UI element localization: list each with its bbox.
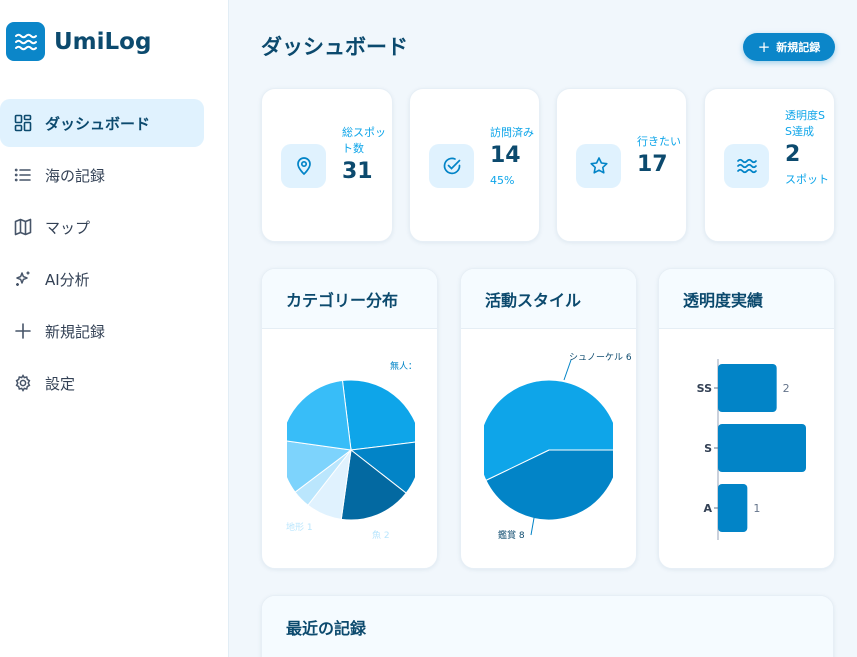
- stat-label: 透明度SS達成: [785, 109, 825, 138]
- sidebar-item-label: マップ: [45, 218, 91, 237]
- new-record-button-label: 新規記録: [776, 41, 821, 54]
- category-distribution-card: カテゴリー分布 無人： 地形 1 魚 2: [261, 268, 438, 569]
- slice-label-snorkel: シュノーケル 6: [569, 352, 632, 363]
- app-name: UmiLog: [54, 28, 152, 55]
- stat-card-clarity-ss[interactable]: 透明度SS達成 2 スポット: [704, 88, 835, 242]
- bar-ss: [718, 364, 777, 412]
- y-tick-label-s: S: [704, 442, 712, 455]
- stat-value: 2: [785, 142, 801, 167]
- slice-label-terrain: 地形 1: [286, 521, 313, 533]
- sidebar-item-dashboard[interactable]: ダッシュボード: [0, 99, 204, 147]
- page-title: ダッシュボード: [261, 35, 408, 59]
- stat-card-total-spots[interactable]: 総スポット数 31: [261, 88, 393, 242]
- pin-icon: [281, 144, 326, 188]
- slice-label-viewing: 鑑賞 8: [498, 529, 525, 541]
- stat-value: 31: [342, 159, 373, 184]
- sidebar-nav: ダッシュボード 海の記録 マップ AI分析 新規記録 設定: [0, 99, 229, 411]
- stat-value: 17: [637, 152, 668, 177]
- sidebar-item-label: 新規記録: [45, 322, 106, 341]
- waves-logo-icon: [6, 22, 45, 61]
- sidebar-item-new-record[interactable]: 新規記録: [0, 307, 204, 355]
- clarity-results-card: 透明度実績 SS 2 S A 1: [658, 268, 835, 569]
- sidebar-item-map[interactable]: マップ: [0, 203, 204, 251]
- waves-icon: [724, 144, 769, 188]
- sidebar-item-records[interactable]: 海の記録: [0, 151, 204, 199]
- data-label-a: 1: [753, 502, 760, 515]
- stat-value: 14: [490, 143, 521, 168]
- sparkles-icon: [14, 270, 32, 288]
- sidebar-item-label: ダッシュボード: [45, 114, 151, 133]
- slice-label-fish: 魚 2: [372, 529, 390, 541]
- plus-icon: [14, 322, 32, 340]
- sidebar: UmiLog ダッシュボード 海の記録 マップ AI分析 新規記録 設定: [0, 0, 229, 657]
- stat-label: 行きたい: [637, 135, 681, 148]
- new-record-button[interactable]: + 新規記録: [743, 33, 835, 61]
- bar-a: [718, 484, 748, 532]
- activity-style-card: 活動スタイル シュノーケル 6 鑑賞 8: [460, 268, 637, 569]
- slice-label-uninhabited: 無人：: [390, 360, 417, 372]
- stat-card-wishlist[interactable]: 行きたい 17: [556, 88, 687, 242]
- sidebar-item-ai-analysis[interactable]: AI分析: [0, 255, 204, 303]
- recent-records-card: 最近の記録: [261, 595, 834, 657]
- leader-line-snorkel: [563, 359, 572, 381]
- pie-slice-6: [287, 379, 352, 451]
- stat-label: 訪問済み: [490, 126, 534, 139]
- sidebar-item-settings[interactable]: 設定: [0, 359, 204, 407]
- sidebar-item-label: AI分析: [45, 270, 90, 289]
- stat-unit: スポット: [785, 173, 829, 186]
- map-icon: [14, 218, 32, 236]
- sidebar-item-label: 設定: [45, 374, 76, 393]
- stat-percentage: 45%: [490, 174, 515, 187]
- card-title: カテゴリー分布: [262, 269, 437, 329]
- clarity-bar-chart: SS 2 S A 1: [697, 359, 806, 540]
- bar-s: [718, 424, 806, 472]
- gear-icon: [14, 374, 32, 392]
- star-icon: [576, 144, 621, 188]
- stat-label: 総スポット数: [342, 126, 386, 155]
- category-pie-chart: 無人： 地形 1 魚 2: [286, 360, 417, 541]
- brand[interactable]: UmiLog: [6, 22, 151, 61]
- grid-icon: [14, 114, 32, 132]
- sidebar-item-label: 海の記録: [45, 166, 106, 185]
- data-label-ss: 2: [783, 382, 790, 395]
- stat-card-visited[interactable]: 訪問済み 14 45%: [409, 88, 540, 242]
- leader-line-viewing: [530, 517, 535, 536]
- check-circle-icon: [429, 144, 474, 188]
- list-icon: [14, 166, 32, 184]
- y-tick-label-a: A: [703, 502, 712, 515]
- card-title: 活動スタイル: [461, 269, 636, 329]
- y-tick-label-ss: SS: [697, 382, 712, 395]
- activity-pie-chart: シュノーケル 6 鑑賞 8: [484, 352, 632, 541]
- plus-icon: +: [757, 38, 771, 56]
- card-title: 透明度実績: [659, 269, 834, 329]
- pie-slice-0: [341, 379, 415, 451]
- card-title: 最近の記録: [262, 596, 833, 657]
